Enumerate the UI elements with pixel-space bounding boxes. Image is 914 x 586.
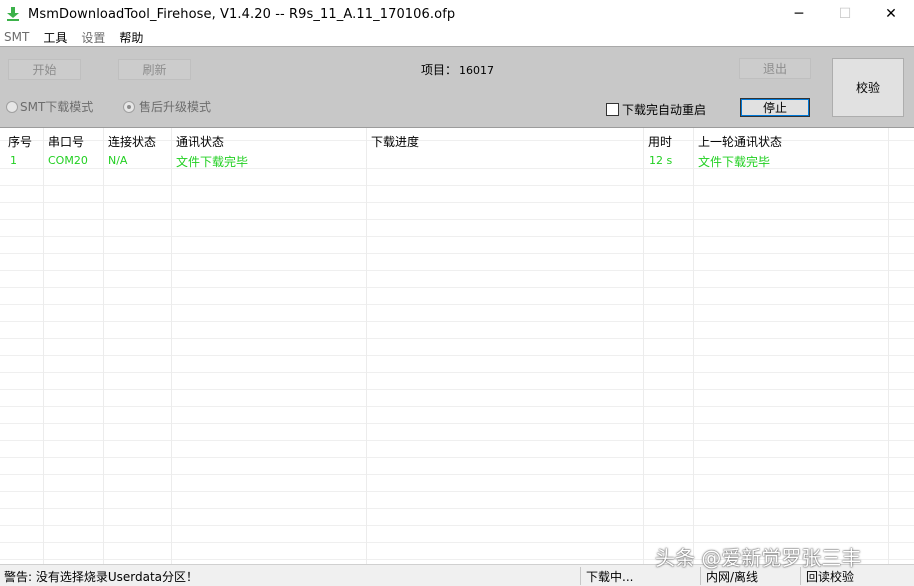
after-sales-mode-label: 售后升级模式 (139, 100, 212, 114)
menu-settings[interactable]: 设置 (81, 29, 105, 46)
column-divider (171, 128, 172, 564)
project-label: 项目： 16017 (421, 61, 494, 78)
auto-restart-checkbox[interactable]: 下载完自动重启 (606, 101, 706, 118)
smt-mode-label: SMT下载模式 (20, 100, 94, 114)
status-divider (580, 567, 581, 585)
stop-button[interactable]: 停止 (740, 98, 810, 117)
project-number: 16017 (459, 64, 495, 77)
status-download: 下载中... (586, 570, 634, 584)
start-button[interactable]: 开始 (8, 59, 81, 80)
column-divider (643, 128, 644, 564)
column-divider (366, 128, 367, 564)
cell-comm-status: 文件下载完毕 (176, 155, 249, 169)
radio-checked-icon (123, 100, 135, 113)
row-grid (0, 128, 914, 564)
column-divider (43, 128, 44, 564)
exit-button[interactable]: 退出 (739, 58, 811, 79)
refresh-button[interactable]: 刷新 (118, 59, 191, 80)
auto-restart-label: 下载完自动重启 (622, 103, 707, 117)
project-caption: 项目： (421, 63, 458, 77)
cell-index: 1 (10, 154, 17, 167)
column-header-last-status[interactable]: 上一轮通讯状态 (698, 133, 782, 150)
status-warning: 警告: 没有选择烧录Userdata分区！ (4, 570, 199, 584)
column-header-index[interactable]: 序号 (8, 133, 32, 150)
verify-button[interactable]: 校验 (832, 58, 904, 117)
table-header: 序号 串口号 连接状态 通讯状态 下载进度 用时 上一轮通讯状态 (0, 128, 914, 152)
column-header-comm-status[interactable]: 通讯状态 (176, 133, 224, 150)
column-header-connection[interactable]: 连接状态 (108, 133, 156, 150)
device-table: 序号 串口号 连接状态 通讯状态 下载进度 用时 上一轮通讯状态 1 COM20… (0, 128, 914, 564)
control-panel: 开始 刷新 项目： 16017 退出 校验 SMT下载模式 售后升级模式 下载完自… (0, 46, 914, 128)
cell-connection: N/A (108, 154, 128, 167)
checkbox-unchecked-icon (606, 103, 619, 116)
menu-tools[interactable]: 工具 (43, 29, 67, 46)
menu-bar: SMT 工具 设置 帮助 (0, 28, 914, 46)
column-divider (103, 128, 104, 564)
table-row[interactable]: 1 COM20 N/A 文件下载完毕 12 s 文件下载完毕 (0, 153, 914, 170)
watermark-text: 头条 @爱新觉罗张三丰 (655, 546, 862, 570)
column-header-port[interactable]: 串口号 (48, 133, 84, 150)
maximize-button[interactable]: ☐ (822, 0, 868, 28)
column-divider (693, 128, 694, 564)
menu-help[interactable]: 帮助 (119, 29, 143, 46)
cell-port: COM20 (48, 154, 88, 167)
column-header-time[interactable]: 用时 (648, 133, 672, 150)
smt-mode-radio[interactable]: SMT下载模式 (6, 98, 93, 115)
after-sales-mode-radio[interactable]: 售后升级模式 (123, 98, 211, 115)
cell-time: 12 s (649, 154, 673, 167)
radio-unchecked-icon (6, 100, 18, 113)
download-arrow-icon (7, 7, 19, 21)
title-bar: MsmDownloadTool_Firehose, V1.4.20 -- R9s… (0, 0, 914, 28)
minimize-button[interactable]: ─ (776, 0, 822, 28)
cell-last-status: 文件下载完毕 (698, 155, 771, 169)
menu-smt[interactable]: SMT (4, 30, 29, 44)
column-header-progress[interactable]: 下载进度 (371, 133, 419, 150)
close-button[interactable]: ✕ (868, 0, 914, 28)
window-title: MsmDownloadTool_Firehose, V1.4.20 -- R9s… (28, 6, 456, 22)
column-divider (888, 128, 889, 564)
